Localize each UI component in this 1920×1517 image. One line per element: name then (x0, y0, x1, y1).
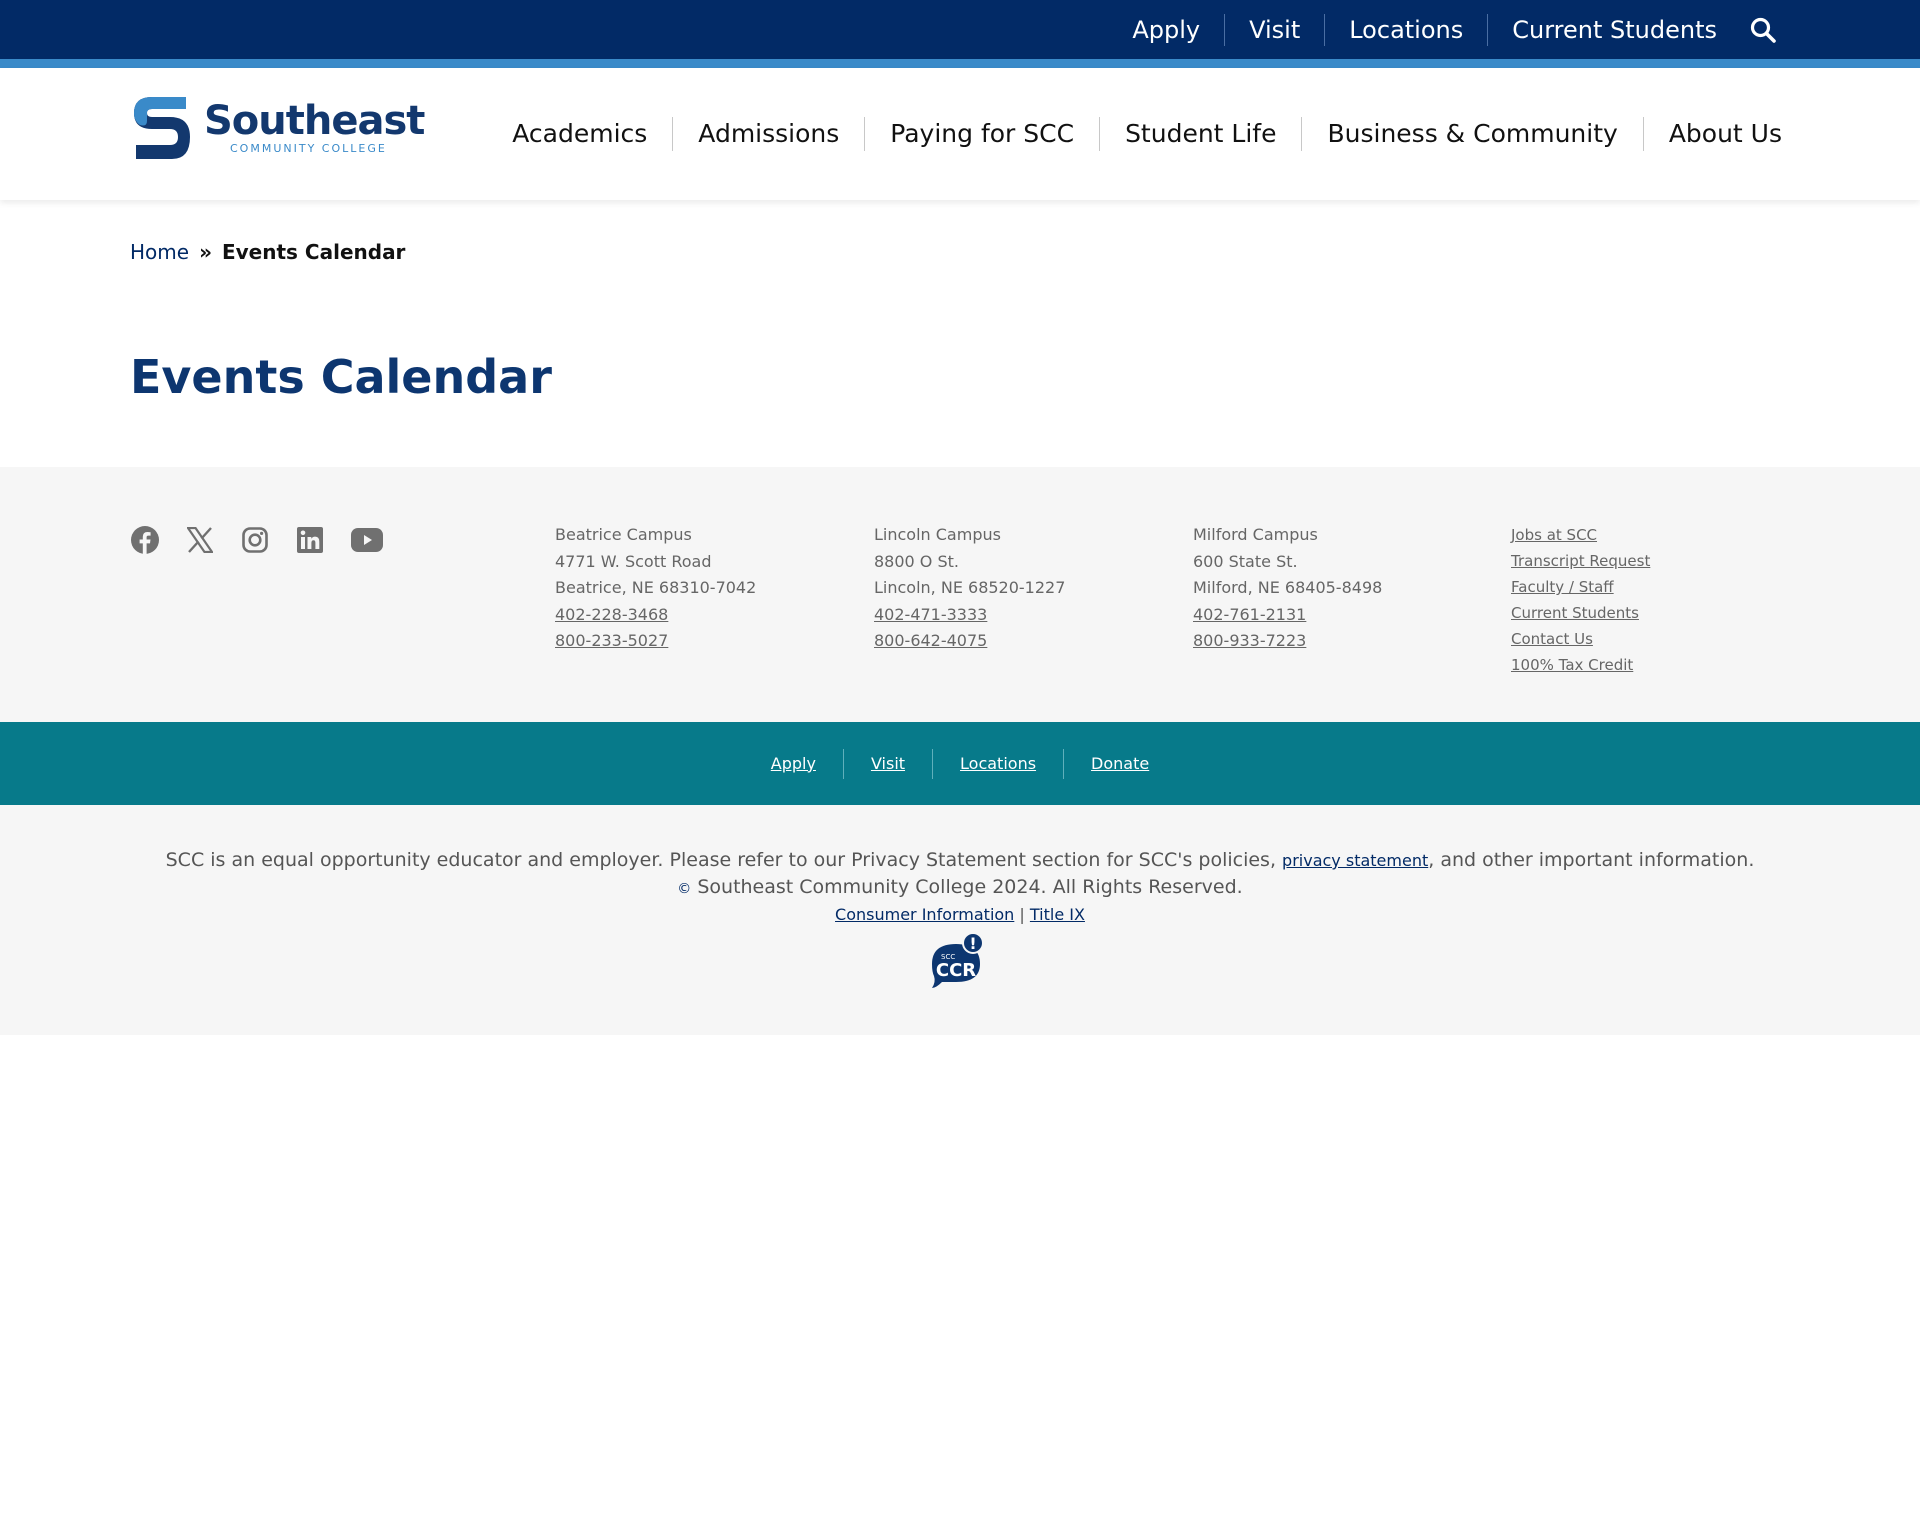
nav-business-community[interactable]: Business & Community (1302, 117, 1644, 151)
instagram-link[interactable] (240, 525, 270, 555)
utility-link-current-students[interactable]: Current Students (1488, 14, 1737, 46)
campus-phone-local[interactable]: 402-228-3468 (555, 602, 756, 629)
legal-footer: SCC is an equal opportunity educator and… (0, 805, 1920, 1035)
campus-phone-tollfree[interactable]: 800-233-5027 (555, 628, 756, 655)
nav-academics[interactable]: Academics (487, 117, 674, 151)
logo-text: Southeast COMMUNITY COLLEGE (204, 98, 425, 156)
ccr-exclamation: ! (969, 934, 976, 953)
youtube-link[interactable] (350, 525, 384, 555)
nav-admissions[interactable]: Admissions (673, 117, 866, 151)
utility-link-locations[interactable]: Locations (1325, 13, 1489, 46)
campus-address: 4771 W. Scott Road (555, 551, 712, 571)
scc-logo[interactable]: Southeast COMMUNITY COLLEGE (130, 93, 425, 163)
youtube-icon (351, 528, 383, 552)
breadcrumb-current: Events Calendar (221, 240, 406, 264)
footer-link-apply[interactable]: Apply (744, 748, 844, 779)
campus-name: Beatrice Campus (555, 525, 692, 544)
utility-bar: Apply Visit Locations Current Students (0, 0, 1920, 68)
logo-name: Southeast (204, 98, 425, 144)
legal-link-separator: | (1014, 905, 1030, 924)
quick-link-tax-credit[interactable]: 100% Tax Credit (1511, 652, 1650, 678)
linkedin-icon (297, 527, 323, 553)
privacy-statement-link[interactable]: privacy statement (1282, 851, 1428, 870)
accent-stripe (0, 59, 1920, 68)
campus-name: Lincoln Campus (874, 525, 1001, 544)
copyright: © Southeast Community College 2024. All … (0, 874, 1920, 902)
scc-logo-mark (134, 97, 190, 159)
eeo-notice-text-end: , and other important information. (1428, 849, 1755, 871)
consumer-information-link[interactable]: Consumer Information (835, 905, 1014, 924)
campus-lincoln: Lincoln Campus 8800 O St. Lincoln, NE 68… (874, 522, 1065, 655)
x-link[interactable] (185, 525, 215, 555)
logo-subtitle: COMMUNITY COLLEGE (230, 142, 387, 155)
campus-name: Milford Campus (1193, 525, 1318, 544)
quick-link-contact[interactable]: Contact Us (1511, 626, 1650, 652)
footer-link-donate[interactable]: Donate (1064, 749, 1176, 779)
main-nav: Academics Admissions Paying for SCC Stud… (487, 68, 1782, 200)
campus-address: 8800 O St. (874, 551, 959, 571)
campus-city: Milford, NE 68405-8498 (1193, 578, 1383, 597)
main-header: Southeast COMMUNITY COLLEGE Academics Ad… (0, 68, 1920, 200)
copyright-symbol: © (677, 881, 692, 897)
breadcrumb-separator: » (199, 240, 212, 264)
campus-phone-tollfree[interactable]: 800-642-4075 (874, 628, 1065, 655)
facebook-icon (131, 526, 159, 554)
eeo-notice: SCC is an equal opportunity educator and… (0, 847, 1920, 874)
utility-nav: Apply Visit Locations Current Students (1108, 0, 1781, 59)
search-icon (1750, 17, 1776, 43)
ccr-report-icon[interactable]: ! SCC CCR (928, 932, 992, 990)
footer-link-visit[interactable]: Visit (844, 748, 934, 779)
linkedin-link[interactable] (295, 525, 325, 555)
campus-city: Beatrice, NE 68310-7042 (555, 578, 757, 597)
social-links (130, 525, 409, 555)
breadcrumb: Home » Events Calendar (130, 240, 405, 264)
quick-links: Jobs at SCC Transcript Request Faculty /… (1511, 522, 1650, 678)
quick-link-current-students[interactable]: Current Students (1511, 600, 1650, 626)
campus-beatrice: Beatrice Campus 4771 W. Scott Road Beatr… (555, 522, 756, 655)
quick-link-jobs[interactable]: Jobs at SCC (1511, 522, 1650, 548)
utility-link-apply[interactable]: Apply (1108, 13, 1226, 46)
nav-paying-for-scc[interactable]: Paying for SCC (865, 117, 1101, 151)
quick-link-faculty-staff[interactable]: Faculty / Staff (1511, 574, 1650, 600)
instagram-icon (242, 527, 268, 553)
page-title: Events Calendar (130, 350, 552, 404)
campus-address: 600 State St. (1193, 551, 1298, 571)
campus-phone-tollfree[interactable]: 800-933-7223 (1193, 628, 1382, 655)
nav-student-life[interactable]: Student Life (1100, 117, 1303, 151)
nav-about-us[interactable]: About Us (1644, 117, 1782, 151)
footer-action-bar: Apply Visit Locations Donate (0, 722, 1920, 805)
ccr-label: CCR (936, 960, 976, 981)
campus-milford: Milford Campus 600 State St. Milford, NE… (1193, 522, 1382, 655)
campus-city: Lincoln, NE 68520-1227 (874, 578, 1066, 597)
search-button[interactable] (1745, 12, 1781, 48)
title-ix-link[interactable]: Title IX (1030, 905, 1085, 924)
breadcrumb-home[interactable]: Home (130, 240, 189, 264)
facebook-link[interactable] (130, 525, 160, 555)
x-icon (187, 527, 213, 553)
footer-info: Beatrice Campus 4771 W. Scott Road Beatr… (0, 467, 1920, 722)
footer-link-locations[interactable]: Locations (933, 748, 1065, 779)
legal-links: Consumer Information | Title IX (0, 902, 1920, 928)
campus-phone-local[interactable]: 402-761-2131 (1193, 602, 1382, 629)
utility-link-visit[interactable]: Visit (1225, 13, 1326, 46)
campus-phone-local[interactable]: 402-471-3333 (874, 602, 1065, 629)
copyright-text: Southeast Community College 2024. All Ri… (691, 876, 1243, 898)
quick-link-transcript[interactable]: Transcript Request (1511, 548, 1650, 574)
eeo-notice-text: SCC is an equal opportunity educator and… (165, 849, 1283, 871)
